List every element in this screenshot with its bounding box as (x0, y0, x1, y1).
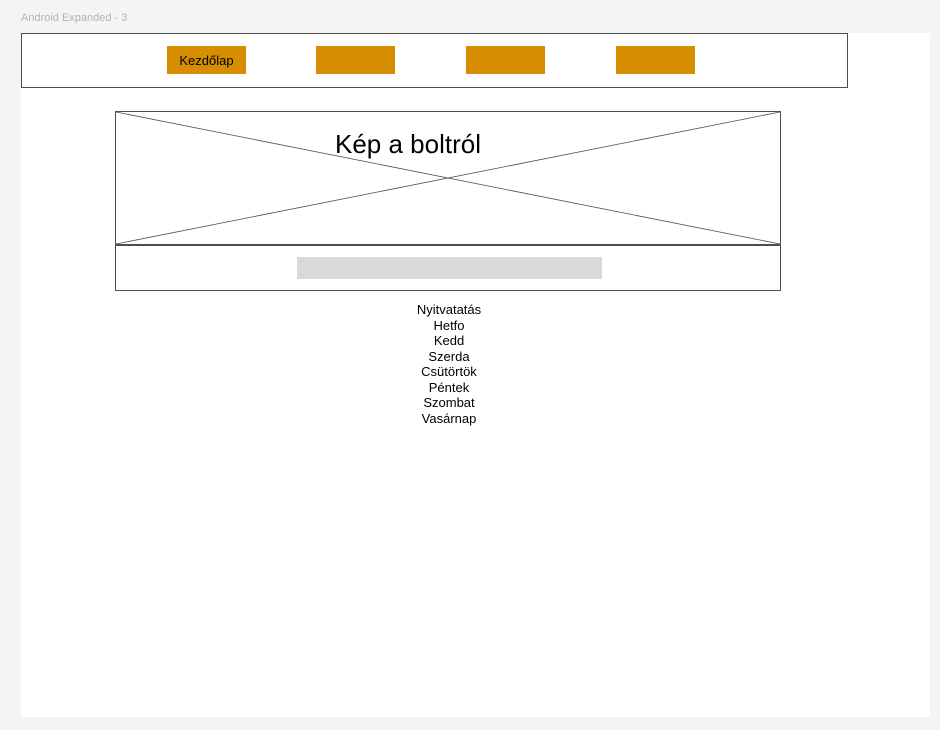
nav-button-2[interactable] (316, 46, 395, 74)
opening-hours-title: Nyitvatatás (416, 302, 482, 317)
day-sunday: Vasárnap (421, 410, 477, 426)
nav-button-home[interactable]: Kezdőlap (167, 46, 246, 74)
top-navbar: Kezdőlap (21, 33, 848, 88)
opening-hours: Nyitvatatás Hetfo Kedd Szerda Csütörtök … (21, 302, 877, 426)
nav-button-3[interactable] (466, 46, 545, 74)
android-frame: Kezdőlap Kép a boltról Nyitvatatás Hetfo… (21, 33, 930, 717)
frame-label: Android Expanded - 3 (21, 12, 128, 24)
day-friday: Péntek (428, 379, 470, 395)
search-input[interactable] (297, 257, 602, 279)
shop-image-caption: Kép a boltról (335, 129, 481, 159)
nav-button-4[interactable] (616, 46, 695, 74)
day-wednesday: Szerda (428, 348, 470, 364)
day-tuesday: Kedd (433, 333, 465, 348)
shop-image-placeholder: Kép a boltról (115, 111, 781, 245)
search-bar-container (115, 245, 781, 291)
day-thursday: Csütörtök (421, 364, 477, 379)
day-monday: Hetfo (433, 317, 465, 333)
day-saturday: Szombat (423, 395, 475, 410)
